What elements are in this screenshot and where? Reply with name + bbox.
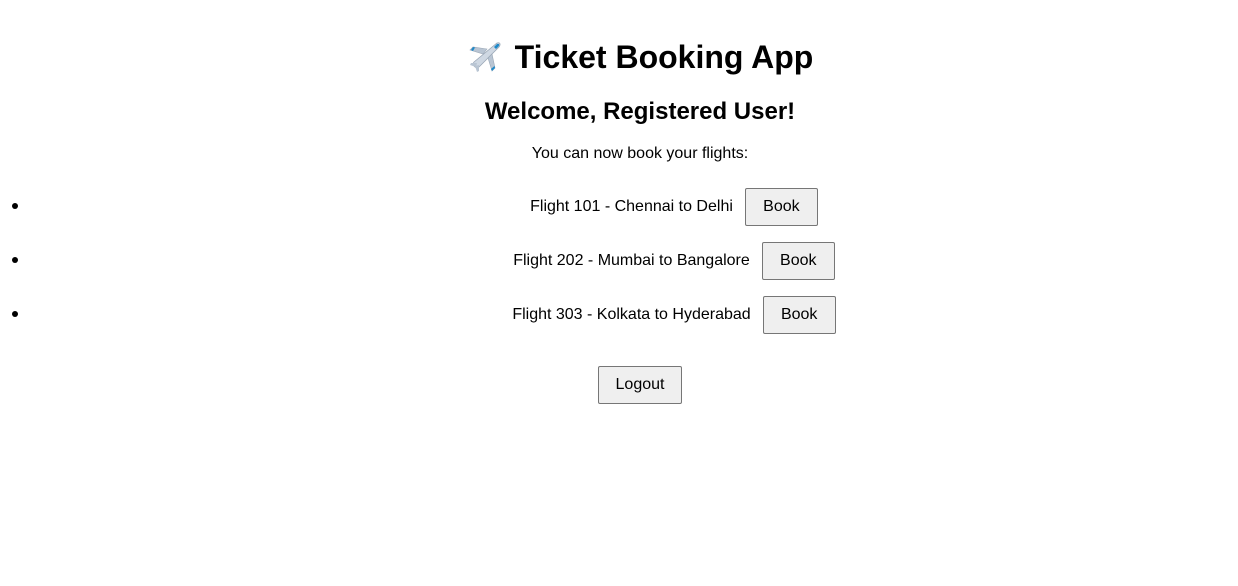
book-button[interactable]: Book (762, 296, 836, 334)
flight-label: Flight 202 - Mumbai to Bangalore (513, 252, 750, 269)
book-button[interactable]: Book (761, 242, 835, 280)
bullet-icon (12, 311, 18, 317)
airplane-icon (467, 39, 503, 75)
bullet-icon (12, 203, 18, 209)
header: Ticket Booking App (0, 38, 1238, 76)
list-item: Flight 202 - Mumbai to Bangalore Book (12, 242, 1238, 280)
list-item: Flight 101 - Chennai to Delhi Book (12, 188, 1238, 226)
flight-list: Flight 101 - Chennai to Delhi Book Fligh… (0, 188, 1238, 350)
flight-label: Flight 101 - Chennai to Delhi (530, 198, 733, 215)
logout-button[interactable]: Logout (598, 366, 682, 404)
header-inner: Ticket Booking App (467, 38, 814, 76)
app-title: Ticket Booking App (514, 39, 814, 75)
welcome-subtext: You can now book your flights: (531, 145, 749, 162)
list-item: Flight 303 - Kolkata to Hyderabad Book (12, 296, 1238, 334)
app-root: Ticket Booking App Welcome, Registered U… (0, 0, 1238, 586)
logout-row: Logout (0, 366, 1238, 404)
book-button[interactable]: Book (744, 188, 818, 226)
bullet-icon (12, 257, 18, 263)
welcome-heading: Welcome, Registered User! (484, 98, 796, 125)
flight-label: Flight 303 - Kolkata to Hyderabad (512, 306, 751, 323)
